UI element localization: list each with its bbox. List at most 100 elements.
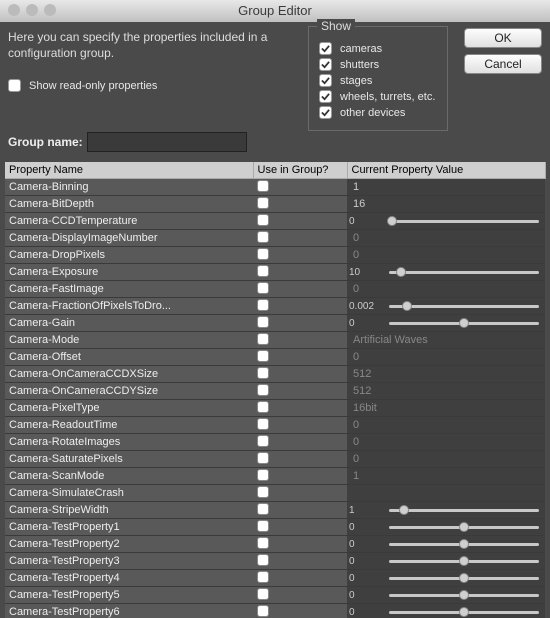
show-option-checkbox[interactable] [319, 58, 332, 71]
use-checkbox[interactable] [257, 537, 269, 549]
use-checkbox[interactable] [257, 197, 269, 209]
value-cell[interactable]: 0 [347, 519, 545, 536]
use-checkbox[interactable] [257, 350, 269, 362]
readonly-checkbox[interactable] [8, 79, 21, 92]
value-slider[interactable] [389, 574, 539, 582]
value-cell[interactable]: 0.002 [347, 298, 545, 315]
use-in-group-cell [253, 417, 347, 434]
use-checkbox[interactable] [257, 588, 269, 600]
value-text: 0 [347, 590, 389, 601]
value-cell[interactable]: 0 [347, 434, 545, 451]
use-in-group-cell [253, 196, 347, 213]
use-checkbox[interactable] [257, 231, 269, 243]
value-slider[interactable] [389, 302, 539, 310]
table-row: Camera-BitDepth16 [5, 196, 545, 213]
col-use-in-group[interactable]: Use in Group? [253, 162, 347, 179]
value-slider[interactable] [389, 268, 539, 276]
use-in-group-cell [253, 604, 347, 618]
use-checkbox[interactable] [257, 452, 269, 464]
use-checkbox[interactable] [257, 248, 269, 260]
groupname-input[interactable] [87, 132, 247, 152]
value-cell[interactable]: 0 [347, 587, 545, 604]
use-checkbox[interactable] [257, 486, 269, 498]
use-checkbox[interactable] [257, 367, 269, 379]
col-property-name[interactable]: Property Name [5, 162, 253, 179]
value-slider[interactable] [389, 523, 539, 531]
properties-table-scroll[interactable]: Property Name Use in Group? Current Prop… [5, 162, 550, 618]
show-option-checkbox[interactable] [319, 90, 332, 103]
use-checkbox[interactable] [257, 316, 269, 328]
use-checkbox[interactable] [257, 282, 269, 294]
use-in-group-cell [253, 247, 347, 264]
value-cell[interactable] [347, 485, 545, 502]
property-name-cell: Camera-TestProperty2 [5, 536, 253, 553]
value-slider[interactable] [389, 506, 539, 514]
value-cell[interactable]: Artificial Waves [347, 332, 545, 349]
value-cell[interactable]: 0 [347, 349, 545, 366]
property-name-cell: Camera-StripeWidth [5, 502, 253, 519]
use-checkbox[interactable] [257, 435, 269, 447]
value-cell[interactable]: 0 [347, 247, 545, 264]
use-checkbox[interactable] [257, 401, 269, 413]
show-option-checkbox[interactable] [319, 106, 332, 119]
table-row: Camera-TestProperty40 [5, 570, 545, 587]
use-checkbox[interactable] [257, 214, 269, 226]
value-slider[interactable] [389, 608, 539, 616]
value-cell[interactable]: 512 [347, 383, 545, 400]
traffic-min-icon[interactable] [26, 4, 38, 16]
value-cell[interactable]: 1 [347, 468, 545, 485]
use-checkbox[interactable] [257, 571, 269, 583]
use-checkbox[interactable] [257, 418, 269, 430]
col-current-value[interactable]: Current Property Value [347, 162, 545, 179]
value-cell[interactable]: 0 [347, 213, 545, 230]
value-slider[interactable] [389, 217, 539, 225]
property-name-cell: Camera-PixelType [5, 400, 253, 417]
table-row: Camera-FastImage0 [5, 281, 545, 298]
use-checkbox[interactable] [257, 299, 269, 311]
traffic-zoom-icon[interactable] [44, 4, 56, 16]
value-cell[interactable]: 1 [347, 179, 545, 196]
use-checkbox[interactable] [257, 333, 269, 345]
value-cell[interactable]: 512 [347, 366, 545, 383]
value-cell[interactable]: 0 [347, 553, 545, 570]
use-checkbox[interactable] [257, 265, 269, 277]
value-slider[interactable] [389, 591, 539, 599]
use-checkbox[interactable] [257, 520, 269, 532]
value-cell[interactable]: 0 [347, 417, 545, 434]
show-option-checkbox[interactable] [319, 74, 332, 87]
table-row: Camera-SimulateCrash [5, 485, 545, 502]
show-option: cameras [319, 42, 437, 55]
window-traffic-lights[interactable] [8, 4, 56, 16]
value-cell[interactable]: 0 [347, 451, 545, 468]
use-checkbox[interactable] [257, 180, 269, 192]
value-cell[interactable]: 16bit [347, 400, 545, 417]
use-checkbox[interactable] [257, 605, 269, 617]
show-option-checkbox[interactable] [319, 42, 332, 55]
value-slider[interactable] [389, 319, 539, 327]
use-checkbox[interactable] [257, 384, 269, 396]
value-cell[interactable]: 0 [347, 536, 545, 553]
cancel-button[interactable]: Cancel [464, 54, 542, 74]
value-slider[interactable] [389, 540, 539, 548]
value-cell[interactable]: 0 [347, 604, 545, 618]
value-cell[interactable]: 10 [347, 264, 545, 281]
use-checkbox[interactable] [257, 469, 269, 481]
value-cell[interactable]: 0 [347, 570, 545, 587]
value-cell[interactable]: 1 [347, 502, 545, 519]
value-cell[interactable]: 16 [347, 196, 545, 213]
value-slider[interactable] [389, 557, 539, 565]
ok-button[interactable]: OK [464, 28, 542, 48]
value-cell[interactable]: 0 [347, 281, 545, 298]
value-text: 0 [347, 216, 389, 227]
property-name-cell: Camera-OnCameraCCDXSize [5, 366, 253, 383]
value-cell[interactable]: 0 [347, 230, 545, 247]
show-option-label: other devices [340, 107, 405, 119]
traffic-close-icon[interactable] [8, 4, 20, 16]
value-cell[interactable]: 0 [347, 315, 545, 332]
use-checkbox[interactable] [257, 503, 269, 515]
property-name-cell: Camera-Exposure [5, 264, 253, 281]
window-titlebar[interactable]: Group Editor [0, 0, 550, 22]
property-name-cell: Camera-FractionOfPixelsToDro... [5, 298, 253, 315]
value-text: 0.002 [347, 301, 389, 312]
use-checkbox[interactable] [257, 554, 269, 566]
